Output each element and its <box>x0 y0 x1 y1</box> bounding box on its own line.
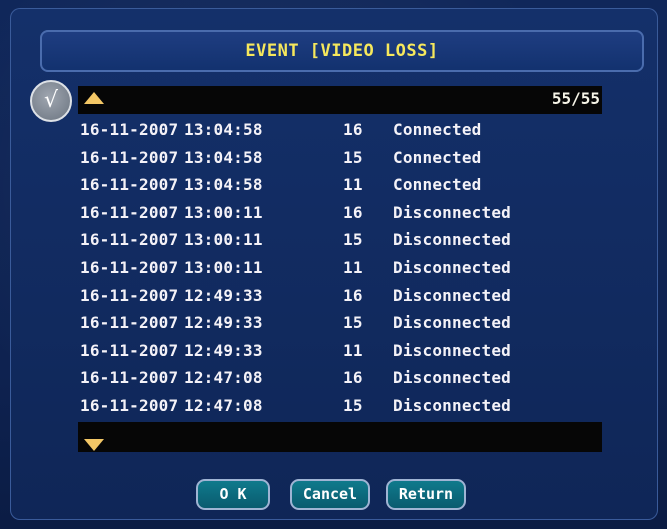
event-row[interactable]: 16-11-2007 12:49:33 15 Disconnected <box>80 309 610 337</box>
event-row[interactable]: 16-11-2007 12:47:08 15 Disconnected <box>80 392 610 420</box>
event-status: Disconnected <box>393 202 511 222</box>
scroll-down-arrow-icon[interactable] <box>84 439 104 451</box>
event-row[interactable]: 16-11-2007 12:49:33 11 Disconnected <box>80 337 610 365</box>
event-row[interactable]: 16-11-2007 13:00:11 15 Disconnected <box>80 226 610 254</box>
event-row[interactable]: 16-11-2007 13:04:58 16 Connected <box>80 116 610 144</box>
event-channel: 16 <box>343 285 363 305</box>
ok-button[interactable]: O K <box>196 479 270 510</box>
event-status: Disconnected <box>393 340 511 360</box>
event-channel: 15 <box>343 313 363 333</box>
check-icon: √ <box>30 80 72 122</box>
event-channel: 11 <box>343 257 363 277</box>
event-status: Disconnected <box>393 285 511 305</box>
event-date: 16-11-2007 <box>80 230 179 250</box>
event-date: 16-11-2007 <box>80 285 179 305</box>
event-channel: 15 <box>343 230 363 250</box>
event-time: 13:00:11 <box>184 202 263 222</box>
event-row[interactable]: 16-11-2007 13:00:11 16 Disconnected <box>80 199 610 227</box>
event-time: 13:04:58 <box>184 175 263 195</box>
event-date: 16-11-2007 <box>80 368 179 388</box>
cancel-button[interactable]: Cancel <box>290 479 370 510</box>
event-date: 16-11-2007 <box>80 175 179 195</box>
event-time: 12:49:33 <box>184 340 263 360</box>
event-status: Disconnected <box>393 368 511 388</box>
list-footer-strip <box>78 422 602 452</box>
event-status: Connected <box>393 175 482 195</box>
event-row[interactable]: 16-11-2007 12:49:33 16 Disconnected <box>80 282 610 310</box>
event-time: 13:04:58 <box>184 120 263 139</box>
scroll-up-arrow-icon[interactable] <box>84 92 104 104</box>
event-status: Disconnected <box>393 313 511 333</box>
event-row[interactable]: 16-11-2007 13:04:58 15 Connected <box>80 144 610 172</box>
event-status: Connected <box>393 147 482 167</box>
event-date: 16-11-2007 <box>80 395 179 415</box>
event-time: 12:49:33 <box>184 313 263 333</box>
dvr-screen: EVENT [VIDEO LOSS] 55/55 √ 16-11-2007 13… <box>0 0 667 529</box>
event-row[interactable]: 16-11-2007 13:00:11 11 Disconnected <box>80 254 610 282</box>
event-date: 16-11-2007 <box>80 257 179 277</box>
event-channel: 16 <box>343 120 363 139</box>
event-date: 16-11-2007 <box>80 202 179 222</box>
return-button[interactable]: Return <box>386 479 466 510</box>
event-channel: 11 <box>343 340 363 360</box>
event-date: 16-11-2007 <box>80 147 179 167</box>
event-channel: 16 <box>343 202 363 222</box>
event-row[interactable]: 16-11-2007 13:04:58 11 Connected <box>80 171 610 199</box>
event-status: Connected <box>393 120 482 139</box>
event-date: 16-11-2007 <box>80 120 179 139</box>
event-date: 16-11-2007 <box>80 313 179 333</box>
event-time: 13:00:11 <box>184 230 263 250</box>
event-date: 16-11-2007 <box>80 340 179 360</box>
event-time: 12:49:33 <box>184 285 263 305</box>
list-header-strip <box>78 86 602 114</box>
event-channel: 15 <box>343 147 363 167</box>
event-time: 12:47:08 <box>184 368 263 388</box>
page-counter: 55/55 <box>551 89 600 108</box>
event-channel: 11 <box>343 175 363 195</box>
event-status: Disconnected <box>393 257 511 277</box>
page-title: EVENT [VIDEO LOSS] <box>40 30 644 72</box>
event-row[interactable]: 16-11-2007 12:47:08 16 Disconnected <box>80 364 610 392</box>
event-time: 13:00:11 <box>184 257 263 277</box>
event-list: 16-11-2007 13:04:58 16 Connected 16-11-2… <box>80 116 610 420</box>
event-time: 12:47:08 <box>184 395 263 415</box>
event-time: 13:04:58 <box>184 147 263 167</box>
event-channel: 16 <box>343 368 363 388</box>
event-status: Disconnected <box>393 230 511 250</box>
event-channel: 15 <box>343 395 363 415</box>
event-status: Disconnected <box>393 395 511 415</box>
